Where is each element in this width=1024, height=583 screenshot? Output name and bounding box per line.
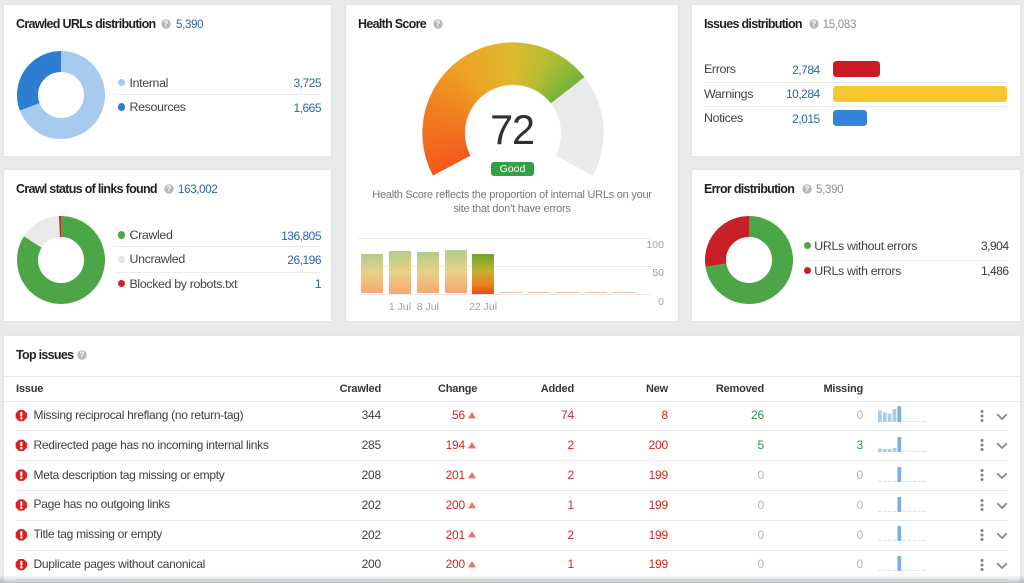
svg-text:?: ? (166, 184, 171, 193)
svg-text:?: ? (805, 184, 810, 193)
svg-text:?: ? (435, 19, 440, 28)
svg-text:?: ? (811, 19, 816, 28)
svg-text:?: ? (79, 351, 84, 360)
svg-text:?: ? (163, 19, 168, 28)
